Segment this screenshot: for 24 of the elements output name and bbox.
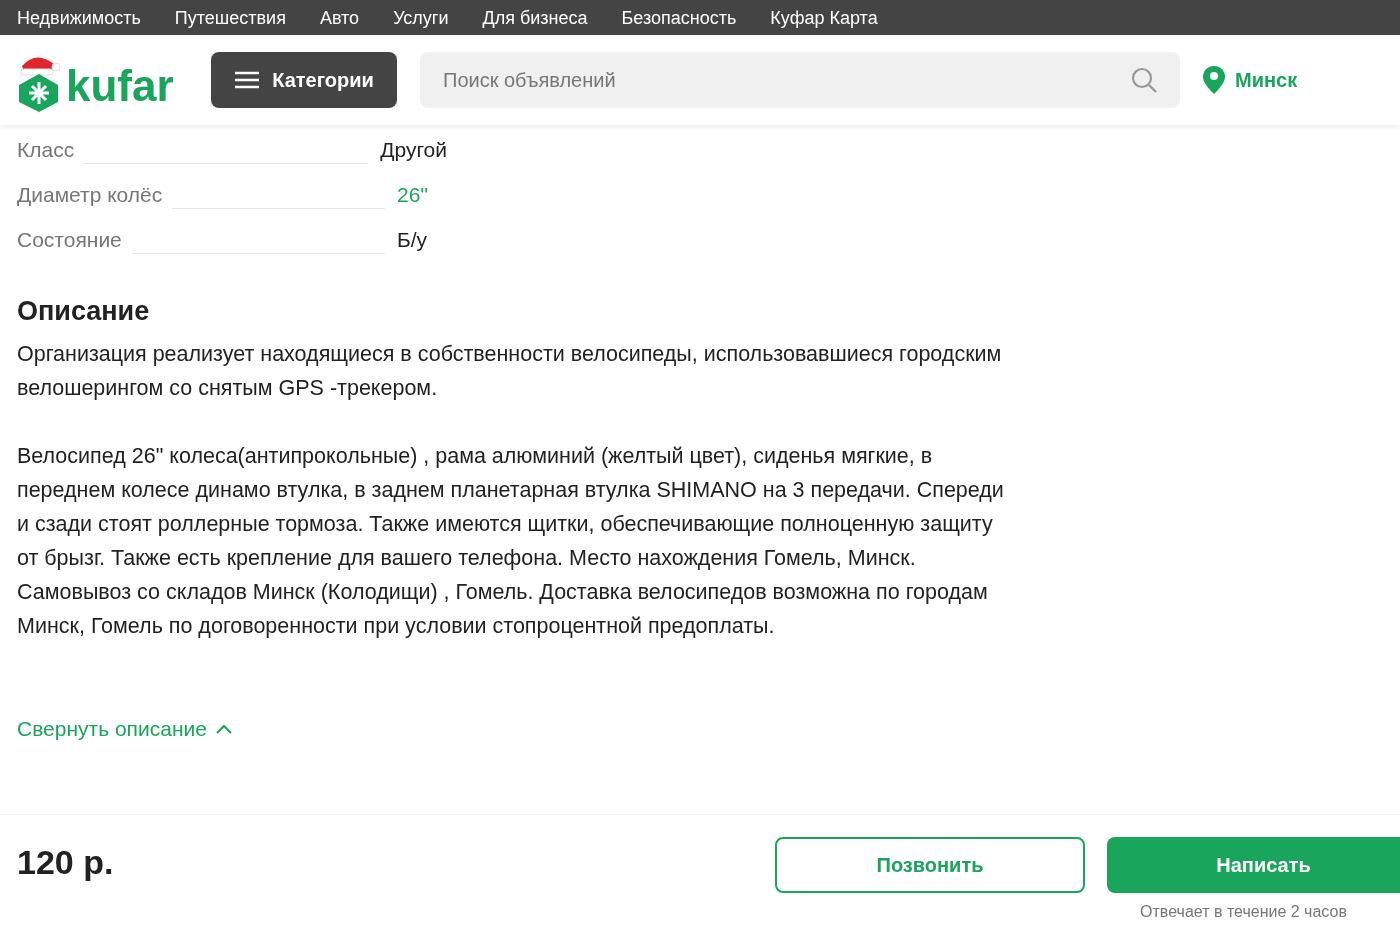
chevron-up-icon: [214, 723, 233, 735]
param-value: Б/у: [397, 227, 429, 252]
nav-link[interactable]: Авто: [319, 7, 360, 35]
nav-link[interactable]: Путешествия: [174, 7, 286, 35]
nav-link[interactable]: Для бизнеса: [482, 7, 588, 35]
description-text: Самовывоз со складов Минск (Колодищи) , Гомель. Доставка велосипедов возможна по городам Минск, Гомель по договоренности при условии стопроцентной предоплаты.: [17, 579, 989, 640]
nav-link[interactable]: Услуги: [393, 7, 449, 35]
section-title: Описание: [17, 296, 151, 327]
description-text: Велосипед 26" колеса(антипрокольные) , рама алюминий (желтый цвет), сиденья мягкие, в переднем колесе динамо втулка, в заднем планетарная втулка SHIMANO на 3 передачи. Спереди и сзади стоят роллерные тормоза. Также имеются щитки, обеспечивающие полноценную защиту от брызг. Также есть крепление для вашего телефона. Место нахождения Гомель, Минск.: [17, 443, 1005, 572]
search-field[interactable]: Поиск объявлений: [420, 52, 1180, 108]
param-value: Другой: [380, 137, 447, 162]
response-time-text: Отвечает в течение 2 часов: [1140, 903, 1347, 921]
nav-link[interactable]: Недвижимость: [17, 7, 141, 35]
description-text: Организация реализует находящиеся в собственности велосипеды, использовавшиеся городским велошерингом со снятым GPS -трекером.: [17, 341, 1003, 402]
param-label: Класс: [17, 137, 75, 162]
menu-icon: [234, 71, 261, 89]
price-text: 120 р.: [17, 843, 114, 883]
param-label: Диаметр колёс: [17, 182, 163, 207]
nav-link[interactable]: Куфар Карта: [770, 7, 878, 35]
location-pin-icon[interactable]: [1202, 65, 1226, 95]
param-label: Состояние: [17, 227, 122, 252]
nav-link[interactable]: Безопасность: [621, 7, 737, 35]
categories-button[interactable]: Категории: [211, 52, 397, 108]
search-icon[interactable]: [1130, 66, 1158, 94]
